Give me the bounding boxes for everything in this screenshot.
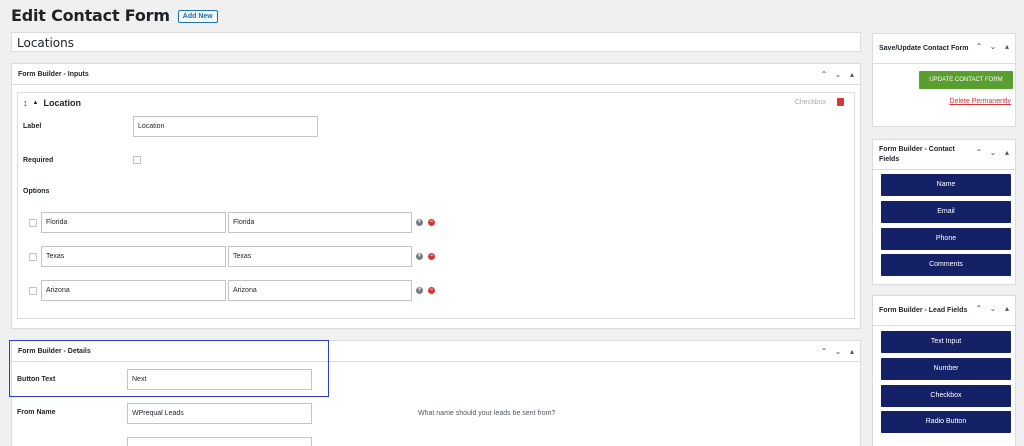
collapse-icon[interactable]: ▴ — [848, 347, 856, 356]
next-field-input[interactable] — [127, 437, 312, 446]
drag-handle-icon[interactable]: ↕ — [23, 98, 28, 108]
contact-field-button[interactable]: Email — [881, 201, 1011, 223]
page-title: Edit Contact Form — [11, 6, 170, 25]
trash-icon[interactable] — [837, 98, 844, 106]
lead-field-button[interactable]: Radio Button — [881, 411, 1011, 433]
contact-fields-box: Form Builder - Contact Fields ⌃ ⌄ ▴ Name… — [872, 139, 1016, 285]
save-box-body: UPDATE CONTACT FORM Delete Permanently — [873, 64, 1015, 124]
collapse-icon[interactable]: ▴ — [1003, 148, 1011, 157]
move-up-icon[interactable]: ⌃ — [975, 304, 983, 313]
option-label-input[interactable]: Texas — [228, 246, 412, 267]
label-caption: Label — [23, 123, 42, 130]
collapse-icon[interactable]: ▴ — [1003, 304, 1011, 313]
options-caption: Options — [23, 188, 50, 195]
lead-field-button[interactable]: Text Input — [881, 331, 1011, 353]
option-value-input[interactable]: Texas — [41, 246, 226, 267]
move-up-icon[interactable]: ⌃ — [820, 347, 828, 356]
move-down-icon[interactable]: ⌄ — [989, 42, 997, 51]
lead-fields-title: Form Builder - Lead Fields — [879, 306, 968, 314]
lead-field-button[interactable]: Checkbox — [881, 385, 1011, 407]
contact-field-button[interactable]: Comments — [881, 254, 1011, 276]
delete-permanently-link[interactable]: Delete Permanently — [950, 98, 1011, 105]
inputs-box-title: Form Builder - Inputs — [18, 70, 89, 78]
contact-field-button[interactable]: Phone — [881, 228, 1011, 250]
move-down-icon[interactable]: ⌄ — [834, 70, 842, 79]
field-head[interactable]: ↕ ▲ Location — [23, 98, 81, 108]
from-name-caption: From Name — [17, 409, 56, 416]
details-box-actions: ⌃ ⌄ ▴ — [820, 341, 856, 362]
collapse-field-icon[interactable]: ▲ — [33, 100, 39, 106]
option-value-input[interactable]: Florida — [41, 212, 226, 233]
option-label-input[interactable]: Florida — [228, 212, 412, 233]
add-new-button[interactable]: Add New — [177, 10, 218, 23]
save-box-actions: ⌃ ⌄ ▴ — [975, 34, 1011, 58]
save-update-box: Save/Update Contact Form ⌃ ⌄ ▴ UPDATE CO… — [872, 33, 1016, 127]
field-name: Location — [43, 98, 81, 108]
move-down-icon[interactable]: ⌄ — [989, 148, 997, 157]
contact-fields-actions: ⌃ ⌄ ▴ — [975, 140, 1011, 164]
collapse-icon[interactable]: ▴ — [848, 70, 856, 79]
move-up-icon[interactable]: ⌃ — [975, 42, 983, 51]
option-checkbox[interactable] — [29, 219, 37, 227]
add-option-icon[interactable]: + — [416, 253, 423, 260]
required-caption: Required — [23, 157, 54, 164]
label-input[interactable]: Location — [133, 116, 318, 137]
option-label-input[interactable]: Arizona — [228, 280, 412, 301]
form-title-input[interactable]: Locations — [11, 32, 861, 52]
from-name-help: What name should your leads be sent from… — [418, 410, 556, 417]
remove-option-icon[interactable]: − — [428, 253, 435, 260]
inputs-box-header: Form Builder - Inputs — [12, 64, 860, 85]
field-type-label: Checkbox — [794, 99, 826, 106]
collapse-icon[interactable]: ▴ — [1003, 42, 1011, 51]
required-checkbox[interactable] — [133, 156, 141, 164]
from-name-input[interactable]: WPrequal Leads — [127, 403, 312, 424]
update-contact-form-button[interactable]: UPDATE CONTACT FORM — [919, 71, 1013, 89]
contact-field-button[interactable]: Name — [881, 174, 1011, 196]
remove-option-icon[interactable]: − — [428, 219, 435, 226]
move-up-icon[interactable]: ⌃ — [975, 148, 983, 157]
option-checkbox[interactable] — [29, 287, 37, 295]
highlight-box — [9, 340, 329, 397]
add-option-icon[interactable]: + — [416, 219, 423, 226]
move-down-icon[interactable]: ⌄ — [989, 304, 997, 313]
inputs-box-actions: ⌃ ⌄ ▴ — [820, 64, 856, 85]
contact-fields-title: Form Builder - Contact Fields — [879, 145, 955, 163]
page-header: Edit Contact Form Add New — [11, 6, 218, 25]
option-value-input[interactable]: Arizona — [41, 280, 226, 301]
remove-option-icon[interactable]: − — [428, 287, 435, 294]
save-box-title: Save/Update Contact Form — [879, 44, 969, 52]
option-checkbox[interactable] — [29, 253, 37, 261]
move-down-icon[interactable]: ⌄ — [834, 347, 842, 356]
lead-fields-box: Form Builder - Lead Fields ⌃ ⌄ ▴ Text In… — [872, 295, 1016, 446]
add-option-icon[interactable]: + — [416, 287, 423, 294]
move-up-icon[interactable]: ⌃ — [820, 70, 828, 79]
lead-fields-actions: ⌃ ⌄ ▴ — [975, 296, 1011, 320]
lead-field-button[interactable]: Number — [881, 358, 1011, 380]
